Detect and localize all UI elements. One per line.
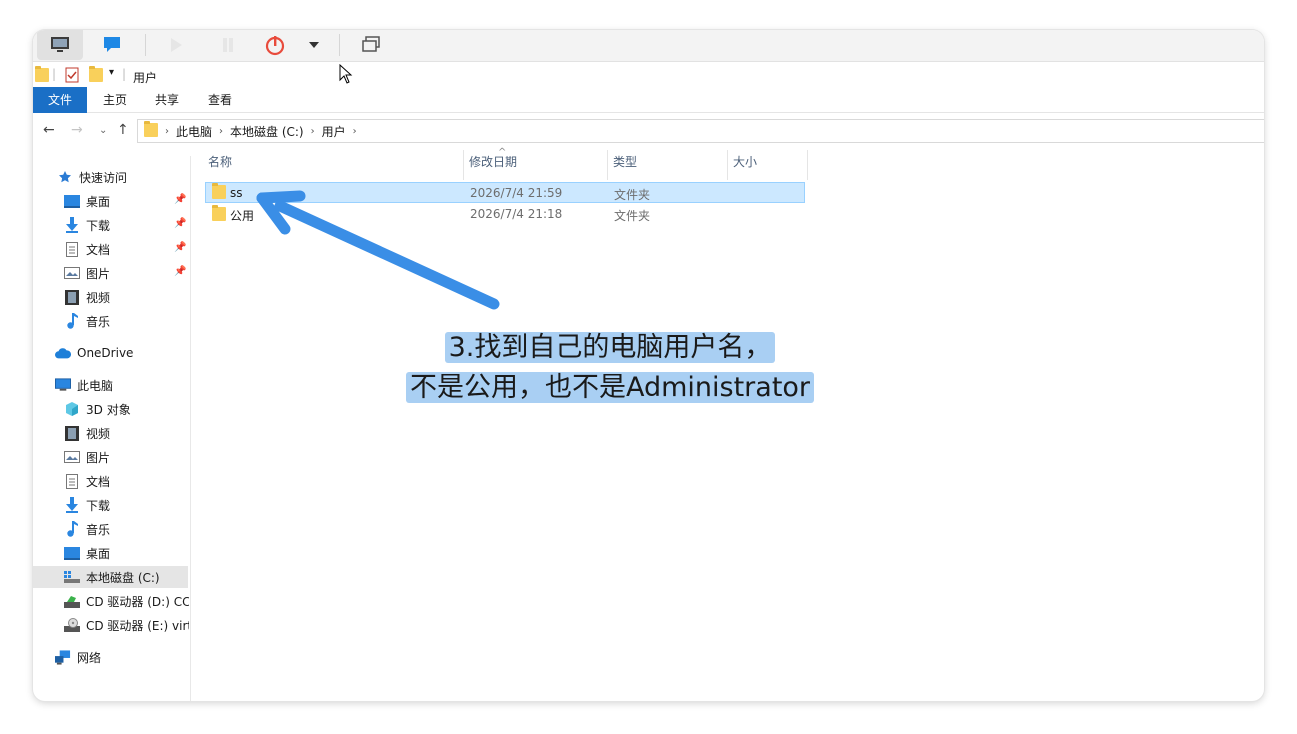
network-icon bbox=[55, 649, 71, 665]
sidebar-item-local-disk[interactable]: 本地磁盘 (C:) bbox=[33, 566, 188, 588]
cube-icon bbox=[64, 401, 80, 417]
download-icon bbox=[64, 497, 80, 513]
forward-arrow-icon[interactable]: → bbox=[71, 122, 83, 138]
drive-icon bbox=[64, 569, 80, 585]
sidebar-item-network[interactable]: 网络 bbox=[55, 646, 101, 668]
annotation-line-2: 不是公用，也不是Administrator bbox=[405, 372, 815, 403]
sidebar-item-pictures[interactable]: 图片 bbox=[64, 262, 110, 284]
star-icon bbox=[57, 169, 73, 185]
pin-icon[interactable]: 📌 bbox=[174, 242, 186, 253]
film-icon bbox=[64, 425, 80, 441]
sidebar-item-documents[interactable]: 文档 bbox=[64, 238, 110, 260]
navigation-bar: ← → ⌄ ↑ › 此电脑 › 本地磁盘 (C:) › 用户 › bbox=[33, 116, 1264, 146]
monitor-icon[interactable] bbox=[37, 30, 83, 60]
mouse-cursor-icon bbox=[339, 64, 353, 84]
back-arrow-icon[interactable]: ← bbox=[43, 122, 55, 138]
file-date: 2026/7/4 21:18 bbox=[470, 207, 563, 221]
music-note-icon bbox=[64, 521, 80, 537]
pause-icon[interactable] bbox=[215, 30, 241, 60]
breadcrumb-local-disk[interactable]: 本地磁盘 (C:) bbox=[230, 123, 304, 140]
sidebar-item-desktop[interactable]: 桌面 bbox=[64, 190, 110, 212]
play-icon[interactable] bbox=[163, 30, 189, 60]
sidebar-item-this-pc[interactable]: 此电脑 bbox=[55, 374, 113, 396]
chevron-down-icon[interactable] bbox=[305, 30, 323, 60]
file-type: 文件夹 bbox=[614, 188, 651, 202]
download-icon bbox=[64, 217, 80, 233]
music-note-icon bbox=[64, 313, 80, 329]
vm-toolbar bbox=[33, 30, 1264, 62]
address-bar[interactable]: › 此电脑 › 本地磁盘 (C:) › 用户 › bbox=[137, 119, 1264, 143]
file-name: ss bbox=[230, 186, 243, 200]
folder-icon bbox=[144, 120, 158, 140]
sidebar-item-cd-drive-d[interactable]: CD 驱动器 (D:) CCC bbox=[64, 590, 189, 612]
recent-locations-icon[interactable]: ⌄ bbox=[99, 125, 107, 136]
annotation-line-1: 3.找到自己的电脑用户名， bbox=[444, 332, 776, 363]
file-type: 文件夹 bbox=[614, 209, 651, 223]
column-header-size[interactable]: 大小 bbox=[728, 150, 808, 180]
desktop-icon bbox=[64, 193, 80, 209]
sidebar-item-pc-desktop[interactable]: 桌面 bbox=[64, 542, 110, 564]
document-icon bbox=[64, 241, 80, 257]
chat-icon[interactable] bbox=[99, 30, 125, 60]
folder-icon bbox=[212, 183, 226, 202]
cd-drive-icon bbox=[64, 617, 80, 633]
file-name: 公用 bbox=[230, 209, 255, 223]
breadcrumb-users[interactable]: 用户 bbox=[322, 123, 346, 140]
column-header-date[interactable]: 修改日期 bbox=[464, 150, 608, 180]
tab-file[interactable]: 文件 bbox=[33, 87, 87, 113]
tab-share[interactable]: 共享 bbox=[147, 87, 187, 113]
pin-icon[interactable]: 📌 bbox=[174, 194, 186, 205]
computer-icon bbox=[55, 377, 71, 393]
sidebar-item-onedrive[interactable]: OneDrive bbox=[55, 342, 133, 364]
sidebar-item-music[interactable]: 音乐 bbox=[64, 310, 110, 332]
tab-home[interactable]: 主页 bbox=[95, 87, 135, 113]
document-icon bbox=[64, 473, 80, 489]
desktop-icon bbox=[64, 545, 80, 561]
customize-dropdown-icon[interactable]: ▾ bbox=[109, 67, 114, 78]
sidebar-item-downloads[interactable]: 下载 bbox=[64, 214, 110, 236]
sidebar-item-pc-pictures[interactable]: 图片 bbox=[64, 446, 110, 468]
power-icon[interactable] bbox=[261, 30, 289, 60]
properties-icon[interactable] bbox=[65, 67, 79, 86]
window-icon[interactable] bbox=[359, 30, 385, 60]
separator: | bbox=[52, 67, 57, 81]
window-title: 用户 bbox=[133, 71, 158, 85]
pin-icon[interactable]: 📌 bbox=[174, 266, 186, 277]
file-date: 2026/7/4 21:59 bbox=[470, 186, 563, 200]
file-row-ss[interactable]: ss 2026/7/4 21:59 文件夹 bbox=[205, 182, 805, 203]
navigation-pane: 快速访问 桌面 📌 下载 📌 文档 📌 图片 📌 视频 音乐 OneDrive … bbox=[33, 156, 191, 701]
sidebar-item-pc-downloads[interactable]: 下载 bbox=[64, 494, 110, 516]
sidebar-item-pc-music[interactable]: 音乐 bbox=[64, 518, 110, 540]
pin-icon[interactable]: 📌 bbox=[174, 218, 186, 229]
annotation-callout: 3.找到自己的电脑用户名， 不是公用，也不是Administrator bbox=[400, 328, 820, 408]
sidebar-item-pc-documents[interactable]: 文档 bbox=[64, 470, 110, 492]
picture-icon bbox=[64, 265, 80, 281]
folder-icon bbox=[35, 66, 49, 85]
column-header-name[interactable]: 名称 bbox=[203, 150, 464, 180]
sidebar-item-quick-access[interactable]: 快速访问 bbox=[57, 166, 127, 188]
file-row-public[interactable]: 公用 2026/7/4 21:18 文件夹 bbox=[205, 204, 805, 225]
sidebar-item-cd-drive-e[interactable]: CD 驱动器 (E:) virti bbox=[64, 614, 189, 636]
sidebar-item-pc-videos[interactable]: 视频 bbox=[64, 422, 110, 444]
up-arrow-icon[interactable]: ↑ bbox=[117, 122, 129, 138]
cloud-icon bbox=[55, 345, 71, 361]
sidebar-item-videos[interactable]: 视频 bbox=[64, 286, 110, 308]
film-icon bbox=[64, 289, 80, 305]
quick-access-toolbar: | ▾ | 用户 bbox=[33, 63, 1264, 87]
sidebar-item-3d-objects[interactable]: 3D 对象 bbox=[64, 398, 131, 420]
ribbon-tabs: 文件 主页 共享 查看 bbox=[33, 87, 1264, 113]
column-header-type[interactable]: 类型 bbox=[608, 150, 728, 180]
picture-icon bbox=[64, 449, 80, 465]
breadcrumb-this-pc[interactable]: 此电脑 bbox=[176, 123, 212, 140]
folder-icon bbox=[212, 205, 226, 224]
tab-view[interactable]: 查看 bbox=[200, 87, 240, 113]
cd-drive-icon bbox=[64, 593, 80, 609]
new-folder-icon[interactable] bbox=[89, 66, 103, 85]
